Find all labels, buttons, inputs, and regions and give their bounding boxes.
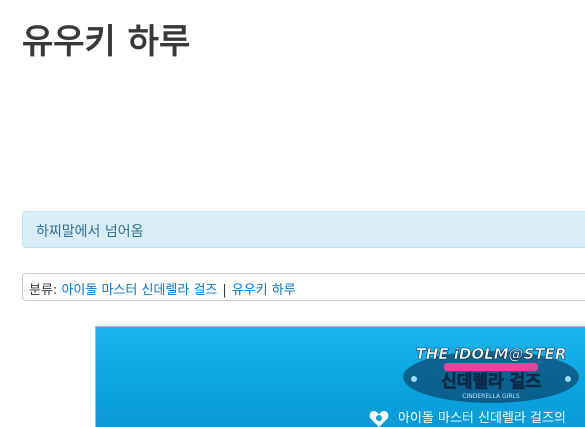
heart-crest-icon (369, 410, 389, 427)
banner-caption-text: 아이돌 마스터 신데렐라 걸즈의 (398, 411, 566, 426)
category-link-yuuki-haru[interactable]: 유우키 하루 (232, 283, 296, 298)
page-title: 유우키 하루 (22, 22, 191, 62)
category-link-cinderella-girls[interactable]: 아이돌 마스터 신데렐라 걸즈 (61, 283, 217, 298)
banner-caption: 아이돌 마스터 신데렐라 걸즈의 (368, 407, 566, 427)
category-label: 분류 (29, 283, 53, 298)
redirect-text: 하찌말에서 넘어옴 (36, 224, 144, 240)
category-colon: : (52, 283, 58, 298)
page: 유우키 하루 하찌말에서 넘어옴 분류: 아이돌 마스터 신데렐라 걸즈 | 유우키… (0, 0, 585, 427)
category-line: 분류: 아이돌 마스터 신데렐라 걸즈 | 유우키 하루 (29, 279, 296, 298)
redirect-notice: 하찌말에서 넘어옴 (22, 211, 585, 248)
logo-top-text: THE iDOLM@STER (416, 345, 567, 363)
idolmaster-logo: THE iDOLM@STER 신데렐라 걸즈 CINDERELLA GIRLS (403, 345, 579, 403)
category-box: 분류: 아이돌 마스터 신데렐라 걸즈 | 유우키 하루 (22, 273, 585, 301)
category-separator: | (222, 283, 227, 298)
cinderella-girls-banner: THE iDOLM@STER 신데렐라 걸즈 CINDERELLA GIRLS … (95, 326, 585, 427)
logo-main-text: 신데렐라 걸즈 (441, 371, 541, 392)
logo-sub-text: CINDERELLA GIRLS (462, 393, 520, 400)
